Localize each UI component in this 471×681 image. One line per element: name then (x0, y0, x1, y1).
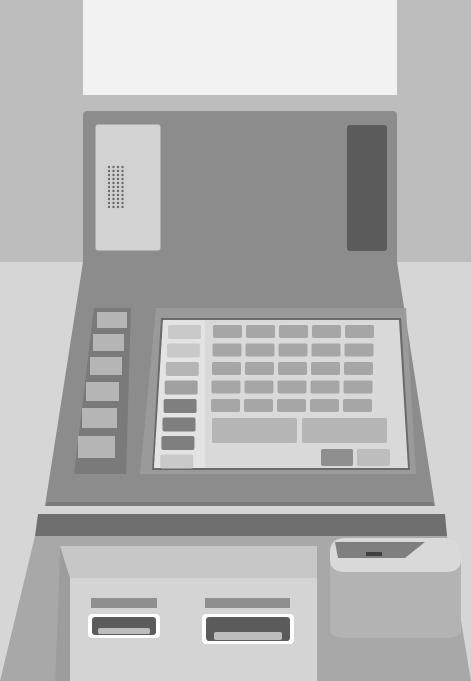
screen-small-button-dark[interactable] (321, 449, 353, 466)
side-function-key[interactable] (86, 382, 119, 401)
keypad-key[interactable] (211, 399, 240, 412)
keypad-key[interactable] (343, 380, 373, 394)
atm-illustration (0, 0, 471, 681)
keypad-key[interactable] (246, 325, 275, 338)
keypad-key[interactable] (212, 343, 242, 357)
keypad-key[interactable] (244, 399, 273, 412)
keypad-key[interactable] (245, 362, 274, 375)
screen-small-button-light[interactable] (357, 449, 390, 466)
screen-menu-button[interactable] (166, 343, 200, 358)
keypad-key[interactable] (278, 362, 307, 375)
atm-scene (0, 0, 471, 681)
screen-action-button-right[interactable] (302, 418, 387, 443)
screen-menu-button[interactable] (160, 454, 194, 469)
speaker-icon (94, 123, 162, 252)
keypad-key[interactable] (213, 325, 242, 338)
keypad-key[interactable] (212, 362, 241, 375)
side-function-key[interactable] (82, 408, 117, 428)
screen-menu-button[interactable] (164, 380, 198, 395)
keypad-key[interactable] (310, 399, 339, 412)
keypad-key[interactable] (277, 380, 307, 394)
screen-menu-button[interactable] (168, 325, 201, 339)
side-function-key[interactable] (97, 312, 127, 328)
side-function-key[interactable] (90, 357, 122, 375)
keypad-key[interactable] (245, 343, 275, 357)
receipt-slot-icon[interactable] (202, 598, 294, 644)
screen-menu-button[interactable] (165, 362, 199, 376)
card-reader-icon[interactable] (330, 538, 461, 638)
keypad-key[interactable] (343, 399, 372, 412)
keypad-key[interactable] (311, 343, 341, 357)
touch-screen[interactable] (154, 320, 408, 469)
keypad-key[interactable] (279, 325, 308, 338)
screen-action-button-left[interactable] (212, 418, 297, 443)
keypad-key[interactable] (345, 325, 374, 338)
keypad-key[interactable] (278, 343, 308, 357)
side-function-key[interactable] (78, 436, 115, 458)
counter-strip (35, 514, 447, 536)
screen-menu-button[interactable] (161, 436, 195, 450)
keypad-key[interactable] (244, 380, 274, 394)
screen-menu-button[interactable] (163, 399, 197, 413)
side-panel-slot (347, 125, 387, 251)
side-function-key[interactable] (93, 334, 124, 351)
cash-dispenser-icon[interactable] (88, 598, 160, 638)
top-panel (83, 0, 397, 95)
keypad-key[interactable] (310, 380, 340, 394)
keypad-key[interactable] (311, 362, 340, 375)
screen-menu-button[interactable] (162, 417, 196, 432)
keypad-key[interactable] (344, 362, 373, 375)
keypad-key[interactable] (312, 325, 341, 338)
keypad-key[interactable] (344, 343, 374, 357)
keypad-key[interactable] (277, 399, 306, 412)
keypad-key[interactable] (211, 380, 241, 394)
console-edge (45, 502, 435, 506)
